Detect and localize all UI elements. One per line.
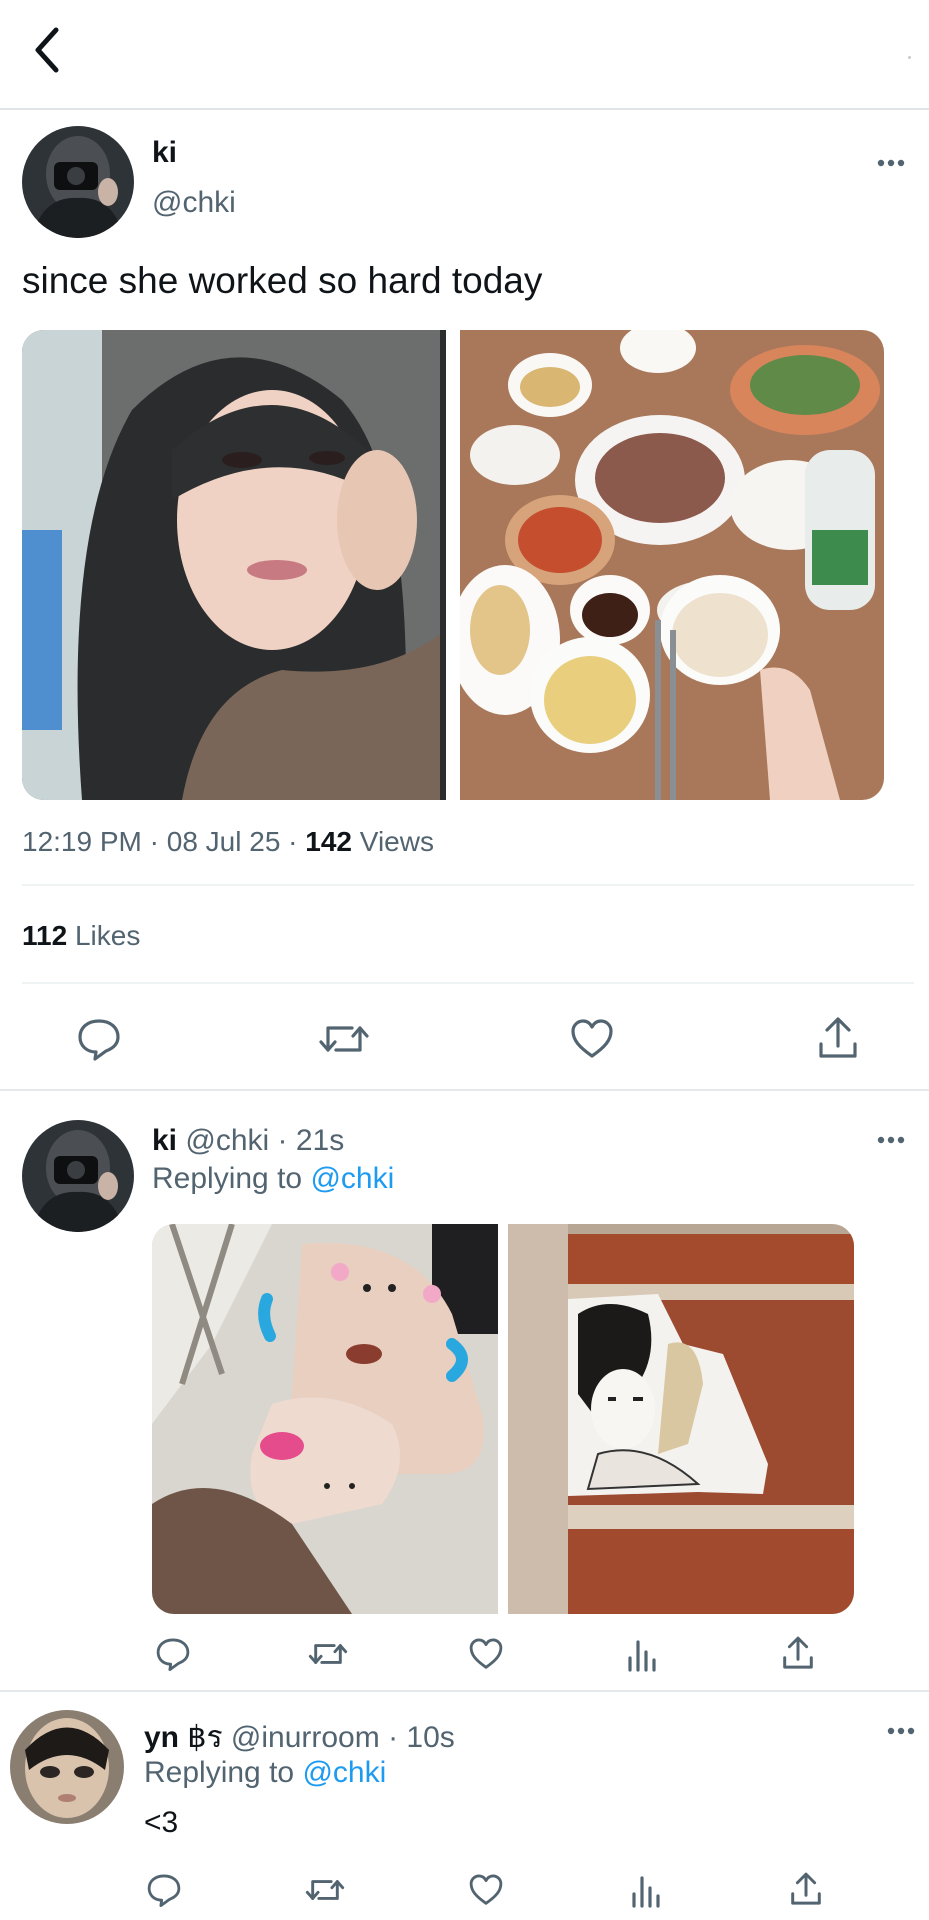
reply-actions <box>0 1870 929 1914</box>
author-name[interactable]: ki <box>152 1124 177 1157</box>
divider <box>22 982 914 984</box>
views-count: 142 <box>305 826 352 857</box>
author-name[interactable]: yn <box>144 1721 179 1754</box>
reply-header: ki @chki · 21s <box>152 1124 344 1158</box>
divider <box>0 1690 929 1692</box>
replying-to: Replying to @chki <box>144 1756 386 1790</box>
more-icon[interactable] <box>886 1726 916 1736</box>
avatar[interactable] <box>10 1710 124 1824</box>
reply-photo-2[interactable] <box>508 1224 854 1614</box>
reply-header: yn ฿ร @inurroom · 10s <box>144 1714 455 1761</box>
author-handle-time[interactable]: @inurroom · 10s <box>231 1721 455 1754</box>
retweet-icon[interactable] <box>305 1872 345 1908</box>
reply-actions <box>0 1634 929 1678</box>
divider <box>0 1089 929 1091</box>
likes-count: 112 <box>22 920 68 951</box>
tweet-text: since she worked so hard today <box>22 260 543 301</box>
back-icon[interactable] <box>28 24 68 76</box>
tweet-photo-2[interactable] <box>460 330 884 800</box>
status-dot <box>908 56 911 59</box>
like-icon[interactable] <box>468 1872 504 1908</box>
views-icon[interactable] <box>626 1636 658 1672</box>
replying-prefix: Replying to <box>144 1756 295 1789</box>
author-handle[interactable]: @chki <box>152 186 236 220</box>
share-icon[interactable] <box>815 1014 861 1062</box>
tweet-time: 12:19 PM <box>22 826 142 857</box>
reply-photo-1[interactable] <box>152 1224 498 1614</box>
share-icon[interactable] <box>780 1634 816 1672</box>
replying-to-link[interactable]: @chki <box>302 1756 386 1789</box>
retweet-icon[interactable] <box>308 1636 348 1672</box>
replying-to-link[interactable]: @chki <box>310 1162 394 1195</box>
avatar[interactable] <box>22 126 134 238</box>
divider <box>22 884 914 886</box>
tweet-date: 08 Jul 25 <box>166 826 281 857</box>
tweet-meta: 12:19 PM · 08 Jul 25 · 142 Views <box>22 826 434 858</box>
reply-icon[interactable] <box>155 1636 191 1672</box>
author-handle-time[interactable]: @chki · 21s <box>185 1124 344 1157</box>
meta-separator: · <box>288 826 298 857</box>
avatar[interactable] <box>22 1120 134 1232</box>
likes-stat[interactable]: 112 Likes <box>22 920 140 952</box>
top-bar <box>0 0 929 110</box>
tweet-actions <box>0 1010 929 1070</box>
like-icon[interactable] <box>468 1636 504 1672</box>
reply-icon[interactable] <box>146 1872 182 1908</box>
more-icon[interactable] <box>876 158 906 168</box>
author-name[interactable]: ki <box>152 136 177 170</box>
likes-label: Likes <box>74 920 141 951</box>
retweet-icon[interactable] <box>318 1016 370 1062</box>
like-icon[interactable] <box>569 1016 615 1062</box>
replying-to: Replying to @chki <box>152 1162 394 1196</box>
views-icon[interactable] <box>630 1872 662 1908</box>
reply-icon[interactable] <box>76 1016 122 1062</box>
tweet-photo-1[interactable] <box>22 330 446 800</box>
author-name-emoji: ฿ร <box>187 1721 223 1754</box>
share-icon[interactable] <box>788 1870 824 1908</box>
replying-prefix: Replying to <box>152 1162 303 1195</box>
views-label: Views <box>359 826 434 857</box>
more-icon[interactable] <box>876 1135 906 1145</box>
reply-text: <3 <box>144 1806 179 1839</box>
meta-separator: · <box>149 826 159 857</box>
